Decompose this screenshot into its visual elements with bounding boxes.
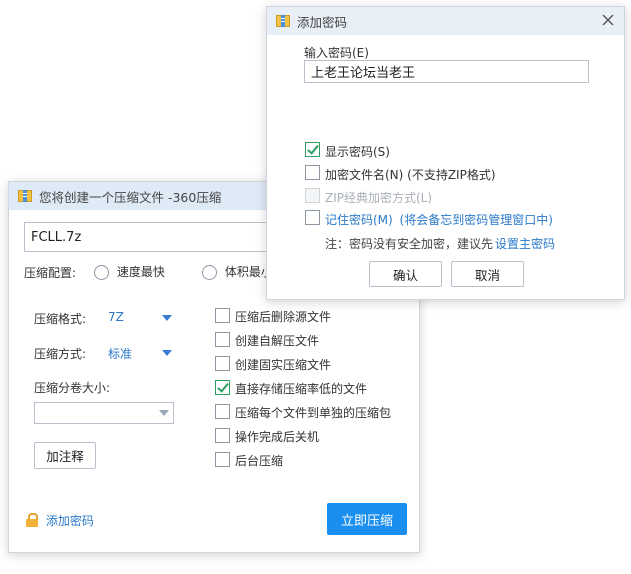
- remember-password-checkbox[interactable]: [305, 210, 320, 225]
- option-checkbox[interactable]: [215, 332, 230, 347]
- chevron-down-icon: [162, 350, 172, 356]
- remember-label: 记住密码(M): [325, 213, 393, 227]
- ok-label: 确认: [392, 267, 418, 283]
- format-label: 压缩格式:: [34, 312, 87, 326]
- split-label: 压缩分卷大小:: [34, 381, 111, 395]
- password-titlebar: 添加密码: [267, 7, 624, 35]
- show-password-label: 显示密码(S): [325, 145, 390, 159]
- add-comment-label: 加注释: [46, 449, 84, 464]
- cancel-button[interactable]: 取消: [451, 261, 524, 287]
- radio-circle-small[interactable]: [202, 265, 217, 280]
- password-input[interactable]: 上老王论坛当老王: [304, 60, 589, 83]
- ok-button[interactable]: 确认: [369, 261, 442, 287]
- zip-classic-checkbox: [305, 188, 320, 203]
- archive-name-value: FCLL.7z: [31, 229, 82, 245]
- option-label: 创建自解压文件: [235, 334, 320, 348]
- compress-now-label: 立即压缩: [340, 513, 393, 529]
- encrypt-names-checkbox[interactable]: [305, 165, 320, 180]
- app-archive-icon: [275, 13, 291, 29]
- radio-fast-label: 速度最快: [116, 265, 165, 279]
- method-value: 标准: [108, 347, 133, 361]
- option-label: 操作完成后关机: [235, 430, 320, 444]
- option-checkbox[interactable]: [215, 428, 230, 443]
- set-master-password-link[interactable]: 设置主密码: [495, 237, 555, 251]
- method-label: 压缩方式:: [34, 347, 87, 361]
- window-title: 您将创建一个压缩文件 -360压缩: [39, 189, 222, 205]
- radio-fast[interactable]: 速度最快: [94, 263, 165, 280]
- compress-now-button[interactable]: 立即压缩: [327, 503, 407, 535]
- option-checkbox[interactable]: [215, 452, 230, 467]
- option-checkbox[interactable]: [215, 356, 230, 371]
- add-password-link[interactable]: 添加密码: [25, 512, 94, 529]
- method-select[interactable]: 标准: [108, 345, 174, 362]
- password-value: 上老王论坛当老王: [311, 66, 416, 81]
- format-value: 7Z: [108, 310, 124, 324]
- add-comment-button[interactable]: 加注释: [34, 442, 96, 469]
- option-label: 后台压缩: [235, 454, 284, 468]
- note-text: 注：密码没有安全加密，建议先: [325, 237, 494, 251]
- chevron-down-icon[interactable]: [159, 410, 169, 416]
- chevron-down-icon: [162, 315, 172, 321]
- cancel-label: 取消: [474, 267, 500, 283]
- format-select[interactable]: 7Z: [108, 310, 174, 324]
- option-label: 压缩每个文件到单独的压缩包: [235, 406, 392, 420]
- password-dialog: 添加密码 输入密码(E) 上老王论坛当老王 显示密码(S) 加密文件名(N) (…: [266, 6, 625, 300]
- remember-hint: (将会备忘到密码管理窗口中): [399, 213, 553, 227]
- option-checkbox[interactable]: [215, 404, 230, 419]
- remember-password-label[interactable]: 记住密码(M) (将会备忘到密码管理窗口中): [325, 211, 553, 228]
- option-label: 压缩后删除源文件: [235, 310, 332, 324]
- app-archive-icon: [17, 188, 33, 204]
- close-icon[interactable]: [601, 13, 615, 27]
- option-label: 创建固实压缩文件: [235, 358, 332, 372]
- option-label: 直接存储压缩率低的文件: [235, 382, 368, 396]
- zip-classic-label: ZIP经典加密方式(L): [325, 191, 433, 205]
- archive-name-input[interactable]: FCLL.7z: [24, 222, 274, 252]
- enter-password-label: 输入密码(E): [304, 46, 369, 60]
- add-password-label: 添加密码: [45, 514, 94, 528]
- security-note: 注：密码没有安全加密，建议先 设置主密码: [325, 235, 555, 252]
- config-label: 压缩配置:: [24, 266, 77, 280]
- encrypt-names-label: 加密文件名(N) (不支持ZIP格式): [325, 168, 496, 182]
- radio-circle-fast[interactable]: [94, 265, 109, 280]
- lock-icon: [25, 513, 39, 527]
- option-checkbox[interactable]: [215, 308, 230, 323]
- option-checkbox[interactable]: [215, 380, 230, 395]
- show-password-checkbox[interactable]: [305, 142, 320, 157]
- split-size-combo[interactable]: [34, 402, 174, 424]
- dialog-title: 添加密码: [297, 14, 348, 30]
- radio-small[interactable]: 体积最小: [202, 263, 273, 280]
